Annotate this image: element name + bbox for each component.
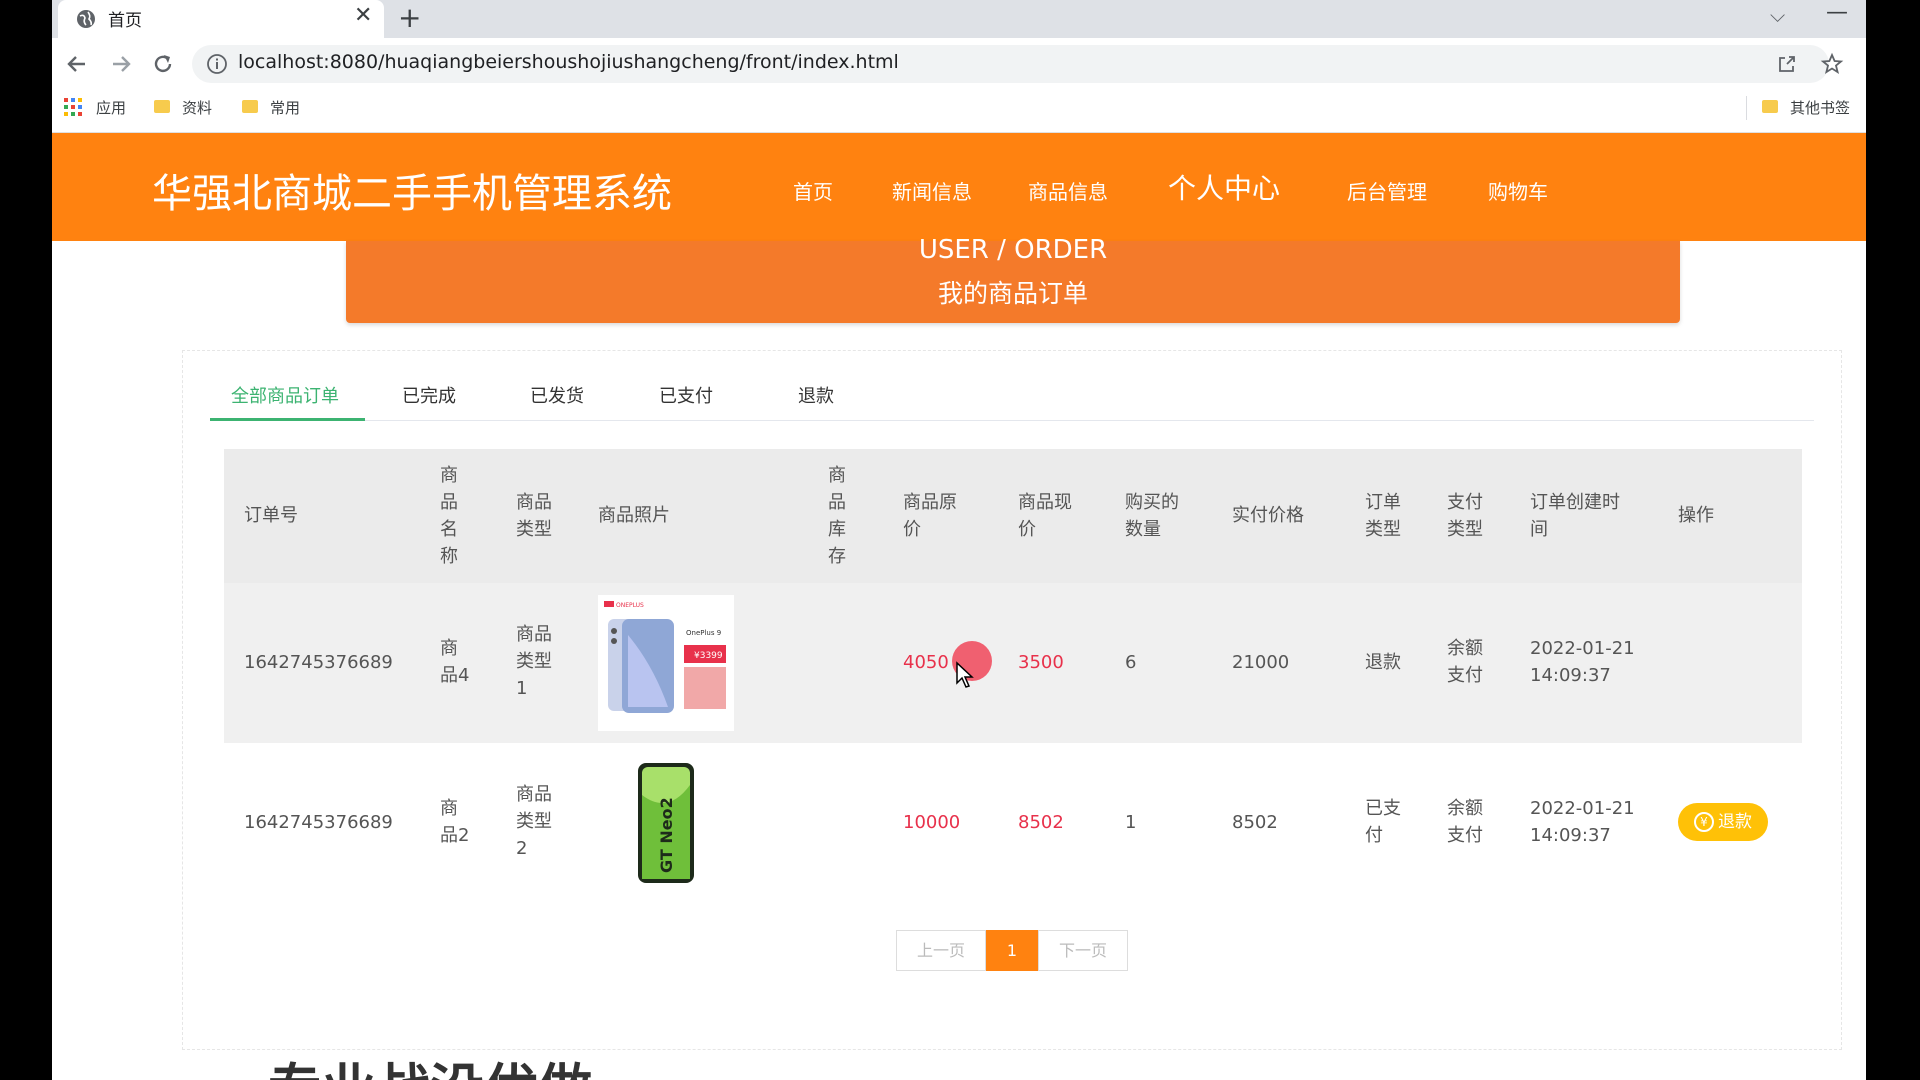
- th-original-price: 商品原价: [903, 492, 957, 540]
- cell-pay-type: 余额 支付: [1447, 638, 1483, 686]
- pagination-page-1[interactable]: 1: [986, 930, 1038, 971]
- folder-icon: [242, 100, 258, 113]
- cell-order-no: 1642745376689: [244, 652, 393, 673]
- tab-paid[interactable]: 已支付: [659, 382, 713, 408]
- cell-created-time: 2022-01-21 14:09:37: [1530, 798, 1635, 846]
- cell-product-name: 商品2: [440, 798, 470, 846]
- photo-model-text: OnePlus 9: [686, 629, 721, 637]
- th-quantity: 购买的 数量: [1125, 492, 1179, 540]
- product-photo-realme[interactable]: GT Neo2: [598, 755, 734, 891]
- th-type: 商品 类型: [516, 492, 552, 540]
- th-created-time: 订单创建时间: [1530, 492, 1620, 540]
- nav-admin[interactable]: 后台管理: [1347, 176, 1427, 205]
- nav-news[interactable]: 新闻信息: [892, 176, 972, 205]
- cell-current-price: 8502: [1018, 812, 1064, 833]
- tab-completed[interactable]: 已完成: [402, 382, 456, 408]
- yen-circle-icon: ¥: [1694, 812, 1714, 832]
- section-heading-partial: 专业战没优做: [268, 1045, 592, 1080]
- url-text[interactable]: localhost:8080/huaqiangbeiershoushojiush…: [238, 51, 899, 73]
- th-order-type: 订单 类型: [1365, 492, 1401, 540]
- apps-grid-icon[interactable]: [64, 98, 82, 116]
- th-stock: 商品库存: [828, 465, 846, 567]
- site-title[interactable]: 华强北商城二手手机管理系统: [152, 161, 672, 219]
- reload-icon[interactable]: [150, 51, 176, 77]
- cell-created-time: 2022-01-21 14:09:37: [1530, 638, 1635, 686]
- bookmarks-bar: [52, 90, 1866, 133]
- nav-products[interactable]: 商品信息: [1028, 176, 1108, 205]
- tab-refund[interactable]: 退款: [798, 382, 834, 408]
- tab-all-orders[interactable]: 全部商品订单: [231, 382, 339, 408]
- th-current-price: 商品现价: [1018, 492, 1072, 540]
- cell-quantity: 1: [1125, 812, 1137, 833]
- cell-original-price: 10000: [903, 812, 961, 833]
- cell-product-name: 商品4: [440, 638, 470, 686]
- refund-button-label: 退款: [1718, 812, 1752, 832]
- browser-window: 首页 ✕ + ⌵ — localhost:8080/huaqiangbeiers…: [52, 0, 1866, 1080]
- th-action: 操作: [1678, 505, 1714, 526]
- nav-home[interactable]: 首页: [793, 176, 833, 205]
- back-arrow-icon[interactable]: [64, 51, 90, 77]
- cell-product-type: 商品 类型 1: [516, 624, 552, 699]
- tab-shipped[interactable]: 已发货: [530, 382, 584, 408]
- cell-order-type: 已支付: [1365, 798, 1401, 846]
- new-tab-button[interactable]: +: [398, 1, 421, 34]
- bookmark-common[interactable]: 常用: [270, 97, 300, 118]
- cell-pay-type: 余额 支付: [1447, 798, 1483, 846]
- nav-cart[interactable]: 购物车: [1488, 176, 1548, 205]
- th-paid-price: 实付价格: [1232, 505, 1304, 526]
- pagination-prev-button[interactable]: 上一页: [896, 930, 986, 971]
- cell-paid-price: 21000: [1232, 652, 1290, 673]
- cell-current-price: 3500: [1018, 652, 1064, 673]
- th-name: 商品名称: [440, 465, 458, 567]
- nav-personal-center[interactable]: 个人中心: [1168, 167, 1280, 207]
- folder-icon: [154, 100, 170, 113]
- minimize-window-button[interactable]: —: [1826, 0, 1848, 25]
- share-icon[interactable]: [1776, 53, 1798, 75]
- folder-icon: [1762, 100, 1778, 113]
- cell-original-price: 4050: [903, 652, 949, 673]
- th-photo: 商品照片: [598, 505, 670, 526]
- bookmark-star-icon[interactable]: [1820, 52, 1844, 76]
- browser-tab[interactable]: 首页 ✕: [58, 0, 384, 38]
- bookmark-apps[interactable]: 应用: [96, 97, 126, 118]
- refund-button[interactable]: ¥ 退款: [1678, 803, 1768, 841]
- tab-search-chevron-icon[interactable]: ⌵: [1770, 3, 1785, 27]
- cell-quantity: 6: [1125, 652, 1137, 673]
- cell-product-type: 商品 类型 2: [516, 784, 552, 859]
- tab-title: 首页: [108, 11, 142, 31]
- bookmark-materials[interactable]: 资料: [182, 97, 212, 118]
- tab-close-icon[interactable]: ✕: [354, 3, 372, 28]
- cell-order-type: 退款: [1365, 652, 1401, 673]
- bookmark-divider: [1746, 96, 1747, 120]
- cell-paid-price: 8502: [1232, 812, 1278, 833]
- product-photo-oneplus[interactable]: ONEPLUS OnePlus 9 ¥3399: [598, 595, 734, 731]
- pagination-next-button[interactable]: 下一页: [1038, 930, 1128, 971]
- forward-arrow-icon[interactable]: [108, 51, 134, 77]
- photo-model-text: GT Neo2: [657, 797, 676, 873]
- th-pay-type: 支付 类型: [1447, 492, 1483, 540]
- th-order-no: 订单号: [244, 505, 298, 526]
- info-icon[interactable]: [206, 53, 228, 75]
- bookmark-other[interactable]: 其他书签: [1790, 97, 1850, 118]
- banner-title-en: USER / ORDER: [918, 235, 1108, 265]
- photo-price-text: ¥3399: [694, 651, 723, 661]
- tab-divider: [210, 420, 1814, 421]
- cell-order-no: 1642745376689: [244, 812, 393, 833]
- mouse-pointer-icon: [956, 661, 974, 688]
- photo-brand-text: ONEPLUS: [616, 602, 644, 609]
- globe-icon: [77, 10, 95, 28]
- banner-title-zh: 我的商品订单: [937, 279, 1088, 308]
- tab-active-indicator: [210, 418, 365, 421]
